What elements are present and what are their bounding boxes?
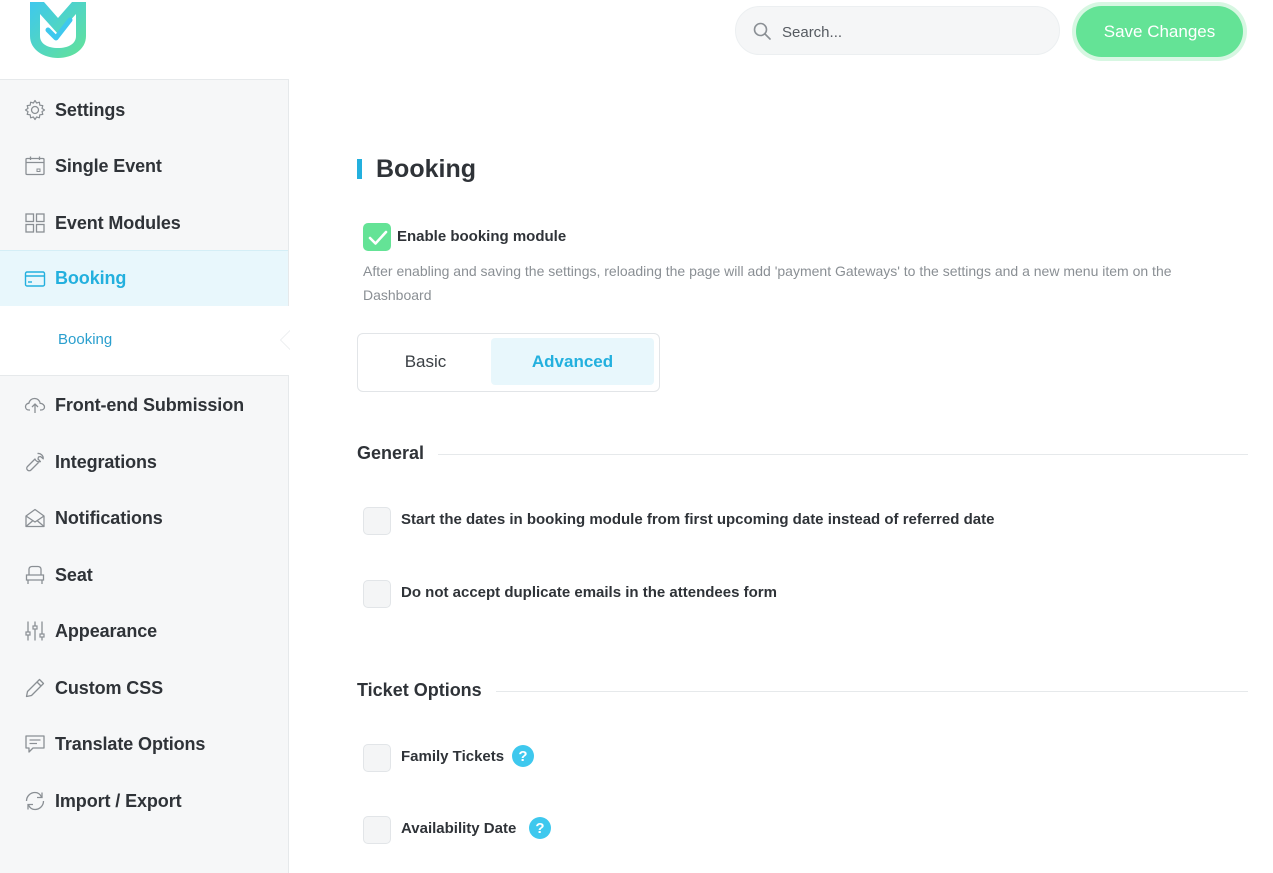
message-icon [24,733,46,755]
check-icon [368,230,388,245]
sidebar-item-label: Translate Options [55,733,206,754]
tab-advanced[interactable]: Advanced [491,338,654,385]
refresh-icon [24,790,46,812]
pencil-icon [24,677,46,699]
start-dates-checkbox[interactable] [363,507,391,535]
grid-icon [24,212,46,234]
sidebar-item-label: Appearance [55,620,158,641]
sidebar-item-label: Custom CSS [55,677,164,698]
seat-icon [24,564,46,586]
duplicate-emails-label[interactable]: Do not accept duplicate emails in the at… [401,584,777,601]
gear-icon [24,99,46,121]
page-title-text: Booking [376,154,476,183]
active-indicator-inner [281,331,290,349]
save-changes-button[interactable]: Save Changes [1076,6,1243,57]
sidebar-item-appearance[interactable]: Appearance [0,603,288,659]
availability-date-checkbox[interactable] [363,816,391,844]
general-divider [438,454,1248,455]
sidebar-item-translate-options[interactable]: Translate Options [0,716,288,772]
sidebar-item-integrations[interactable]: Integrations [0,434,288,490]
sidebar-item-label: Notifications [55,507,163,528]
family-tickets-label[interactable]: Family Tickets [401,748,504,765]
sidebar-item-seat[interactable]: Seat [0,547,288,603]
start-dates-label[interactable]: Start the dates in booking module from f… [401,511,994,528]
sidebar-item-settings[interactable]: Settings [0,82,288,138]
sidebar-item-label: Front-end Submission [55,394,244,415]
sidebar-item-custom-css[interactable]: Custom CSS [0,660,288,716]
sidebar-item-label: Booking [55,268,127,288]
cloud-upload-icon [24,394,46,416]
sidebar-item-label: Event Modules [55,212,181,233]
availability-date-label[interactable]: Availability Date [401,820,516,837]
credit-card-icon [24,268,46,290]
help-icon[interactable]: ? [529,817,551,839]
tab-basic[interactable]: Basic [362,338,489,385]
enable-booking-label[interactable]: Enable booking module [397,228,566,245]
sidebar-item-booking[interactable]: Booking [0,250,288,306]
mec-logo-icon[interactable] [26,0,90,60]
sidebar-submenu: Booking [0,306,290,376]
sidebar: Settings Single Event Event Modules Book… [0,79,290,873]
wrench-icon [24,451,46,473]
search-input[interactable] [782,19,1042,45]
top-bar: Save Changes [0,0,1273,79]
sidebar-item-import-export[interactable]: Import / Export [0,773,288,829]
enable-booking-description: After enabling and saving the settings, … [363,263,1172,303]
sidebar-item-label: Seat [55,564,93,585]
enable-booking-checkbox[interactable] [363,223,391,251]
sidebar-item-label: Integrations [55,451,157,472]
duplicate-emails-checkbox[interactable] [363,580,391,608]
sidebar-item-label: Single Event [55,155,162,176]
envelope-icon [24,507,46,529]
sidebar-subitem-booking[interactable]: Booking [58,331,112,348]
sidebar-item-label: Import / Export [55,790,182,811]
general-heading: General [357,443,439,464]
title-accent-bar [357,159,362,179]
sidebar-item-front-end-submission[interactable]: Front-end Submission [0,377,288,433]
sidebar-item-notifications[interactable]: Notifications [0,490,288,546]
search-icon [753,22,771,40]
sidebar-item-event-modules[interactable]: Event Modules [0,195,288,251]
ticket-options-divider [496,691,1248,692]
ticket-options-heading: Ticket Options [357,680,496,701]
sidebar-item-label: Settings [55,99,126,120]
sliders-icon [24,620,46,642]
calendar-icon [24,155,46,177]
search-box[interactable] [735,6,1060,55]
sidebar-item-single-event[interactable]: Single Event [0,138,288,194]
help-icon[interactable]: ? [512,745,534,767]
settings-tabs: Basic Advanced [357,333,660,392]
page-title: Booking [357,152,476,186]
family-tickets-checkbox[interactable] [363,744,391,772]
